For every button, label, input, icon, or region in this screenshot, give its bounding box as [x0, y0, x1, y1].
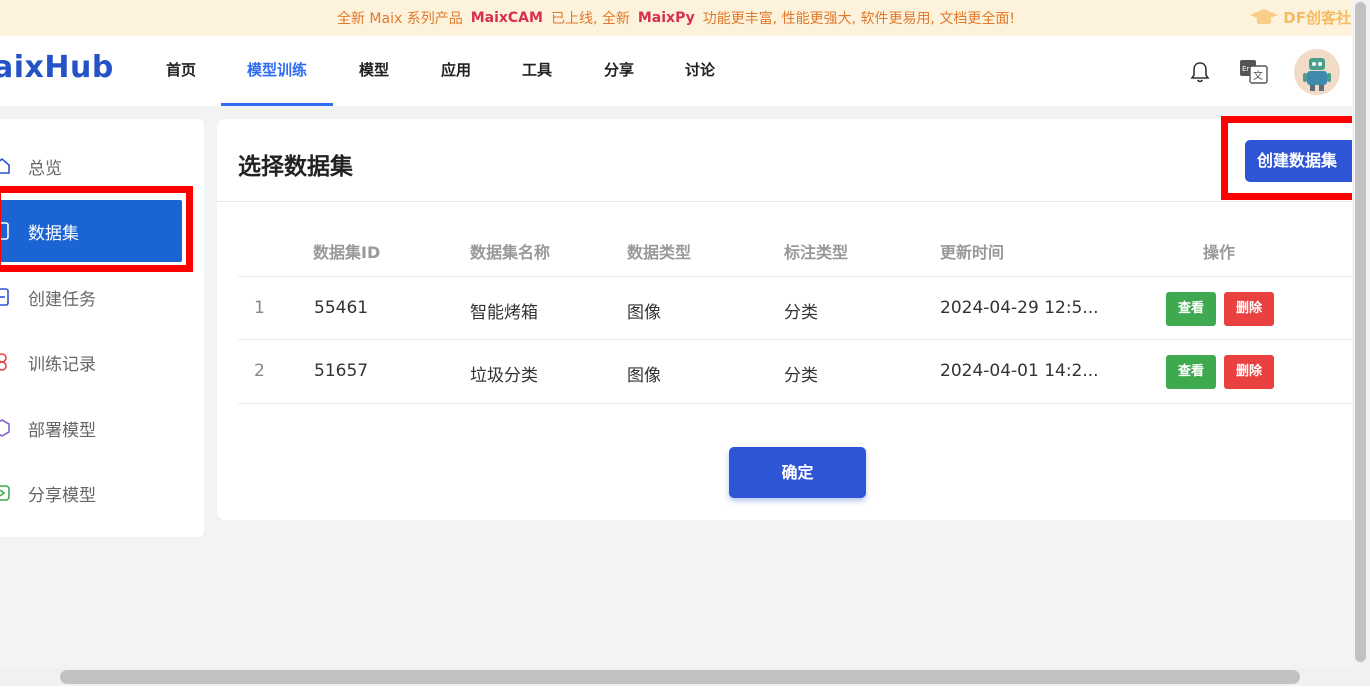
banner-prefix: 全新 Maix 系列产品	[336, 11, 463, 27]
sidebar-item-create-task[interactable]: 创建任务	[0, 266, 182, 328]
table-header-actions: 操作	[1203, 243, 1236, 262]
updated-time: 2024-04-01 14:2...	[940, 361, 1099, 381]
row-index: 2	[254, 361, 265, 381]
sidebar-item-overview[interactable]: 总览	[0, 135, 182, 197]
view-button[interactable]: 查看	[1166, 355, 1216, 389]
dataset-name: 智能烤箱	[470, 303, 538, 323]
share-model-icon	[0, 485, 10, 501]
sidebar-item-share-model[interactable]: 分享模型	[0, 462, 182, 524]
banner-product-maixpy: MaixPy	[637, 10, 695, 26]
avatar[interactable]	[1294, 49, 1340, 95]
bell-icon[interactable]	[1189, 60, 1211, 84]
dataset-id: 55461	[314, 298, 369, 318]
dataset-id: 51657	[314, 361, 369, 381]
select-dataset-panel: 选择数据集 创建数据集 数据集ID 数据集名称 数据类型 标注类型 更新时间 操…	[217, 119, 1365, 520]
home-icon	[0, 157, 10, 174]
sidebar-item-label: 训练记录	[28, 354, 96, 375]
graduation-cap-icon	[1250, 9, 1279, 24]
nav-item-tools[interactable]: 工具	[520, 36, 554, 106]
confirm-button[interactable]: 确定	[729, 447, 866, 498]
dataset-icon	[0, 222, 9, 240]
table-divider	[238, 276, 1352, 277]
table-header-data-type: 数据类型	[627, 243, 692, 262]
create-dataset-button[interactable]: 创建数据集	[1245, 140, 1365, 182]
data-type: 图像	[627, 303, 661, 323]
label-type: 分类	[784, 303, 818, 323]
table-divider	[238, 339, 1352, 340]
page-title: 选择数据集	[238, 154, 353, 180]
label-type: 分类	[784, 366, 818, 386]
dataset-name: 垃圾分类	[470, 366, 538, 386]
sidebar-item-deploy-model[interactable]: 部署模型	[0, 397, 182, 459]
vertical-scrollbar-thumb[interactable]	[1355, 2, 1366, 662]
delete-button[interactable]: 删除	[1224, 355, 1274, 389]
nav-item-models[interactable]: 模型	[357, 36, 391, 106]
banner-suffix: 功能更丰富, 性能更强大, 软件更易用, 文档更全面!	[702, 11, 1016, 27]
language-icon[interactable]: En 文	[1238, 58, 1270, 86]
sidebar-item-label: 分享模型	[28, 485, 96, 506]
data-type: 图像	[627, 366, 661, 386]
bottom-strip	[0, 686, 1370, 695]
row-index: 1	[254, 298, 265, 318]
nav-item-share[interactable]: 分享	[602, 36, 636, 106]
view-button[interactable]: 查看	[1166, 292, 1216, 326]
sidebar: 总览 数据集 创建任务 训练记录 部署模型 分享模型	[0, 119, 204, 537]
sidebar-item-label: 创建任务	[28, 289, 96, 310]
table-header-dataset-name: 数据集名称	[470, 243, 551, 262]
updated-time: 2024-04-29 12:5...	[940, 298, 1099, 318]
sidebar-item-training-records[interactable]: 训练记录	[0, 331, 182, 393]
maixhub-logo[interactable]: aixHub	[0, 50, 114, 85]
nav-item-home[interactable]: 首页	[164, 36, 198, 106]
divider	[217, 201, 1352, 202]
nav-item-model-training[interactable]: 模型训练	[221, 36, 333, 106]
create-task-icon	[0, 288, 9, 306]
table-divider	[238, 403, 1352, 404]
sidebar-item-label: 总览	[28, 158, 62, 179]
announcement-banner[interactable]: 全新 Maix 系列产品 MaixCAM 已上线, 全新 MaixPy 功能更丰…	[0, 0, 1352, 36]
nav-item-apps[interactable]: 应用	[439, 36, 473, 106]
svg-text:文: 文	[1253, 69, 1263, 82]
banner-middle: 已上线, 全新	[550, 11, 630, 27]
horizontal-scrollbar-thumb[interactable]	[60, 670, 1300, 684]
banner-product-maixcam: MaixCAM	[470, 10, 543, 26]
table-header-updated-time: 更新时间	[940, 243, 1005, 262]
robot-avatar-icon	[1303, 58, 1331, 91]
top-navigation: aixHub 首页 模型训练 模型 应用 工具 分享 讨论 En 文	[0, 36, 1352, 106]
table-header-dataset-id: 数据集ID	[313, 243, 381, 262]
df-watermark: DF创客社区	[1249, 6, 1366, 28]
deploy-model-icon	[0, 419, 10, 437]
delete-button[interactable]: 删除	[1224, 292, 1274, 326]
sidebar-item-dataset[interactable]: 数据集	[0, 200, 182, 262]
nav-item-discuss[interactable]: 讨论	[683, 36, 717, 106]
table-header-label-type: 标注类型	[784, 243, 849, 262]
sidebar-item-label: 数据集	[28, 223, 79, 244]
sidebar-item-label: 部署模型	[28, 420, 96, 441]
training-record-icon	[0, 353, 7, 371]
